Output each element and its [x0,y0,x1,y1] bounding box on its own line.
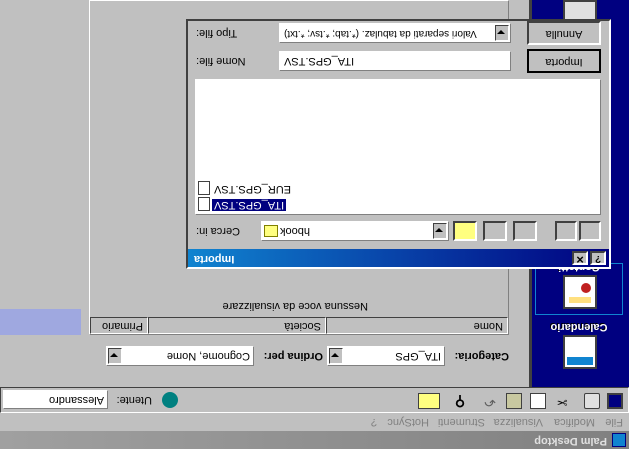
cancel-button[interactable]: Annulla [527,21,601,45]
filetype-value: Valori separati da tabulaz. (*.tab; *.ts… [284,28,477,39]
detail-view-icon[interactable] [579,221,601,241]
user-label: Utente: [116,394,152,406]
chevron-down-icon[interactable] [329,348,343,364]
look-in-label: Cerca in: [196,225,241,237]
sidebar-item-calendario[interactable]: Calendario [529,321,629,333]
menu-file[interactable]: File [605,416,623,428]
chevron-down-icon[interactable] [433,223,447,239]
help-button[interactable]: ? [590,251,606,265]
filename-field[interactable]: ITA_GPS.TSV [279,51,511,71]
up-folder-icon[interactable] [453,221,477,241]
desktop-icon[interactable] [483,221,507,241]
dialog-title-bar: ? ✕ Importa [188,249,609,267]
sort-value: Cognome, Nome [166,350,250,362]
menu-bar: File Modifica Visualizza Strumenti HotSy… [0,413,629,431]
app-title: Palm Desktop [534,435,607,447]
menu-help[interactable]: ? [371,416,377,428]
save-icon[interactable] [607,393,623,409]
filename-label: Nome file: [196,55,246,67]
menu-tools[interactable]: Strumenti [438,416,485,428]
chevron-down-icon[interactable] [108,348,122,364]
file-list[interactable]: ITA_GPS.TSV EUR_GPS.TSV [195,79,601,215]
import-button[interactable]: Importa [527,49,601,73]
close-icon[interactable]: ✕ [572,251,588,265]
paste-icon[interactable] [506,393,522,409]
copy-icon[interactable] [530,393,546,409]
rotated-screen: Palm Desktop File Modifica Visualizza St… [0,0,629,449]
view-mode-buttons [551,219,601,241]
file-icon [198,197,210,211]
undo-icon[interactable]: ↶ [482,393,498,410]
import-dialog: ? ✕ Importa hbook Cerca in: ITA_GPS.TSV … [186,19,611,269]
calendar-icon[interactable] [563,335,597,369]
chevron-down-icon[interactable] [495,25,509,41]
toolbar: ✂ ↶ ⚲ Utente: Alessandro [0,387,629,413]
file-item-selected[interactable]: ITA_GPS.TSV [198,196,298,212]
app-icon [612,433,626,447]
column-header-name-label: Nome [473,320,503,332]
sort-select[interactable]: Cognome, Nome [106,346,254,366]
right-panel-strip [0,309,81,335]
look-in-select[interactable]: hbook [261,221,449,241]
contacts-icon[interactable] [563,275,597,309]
column-header-company[interactable]: Società [148,317,326,334]
file-icon [198,181,210,195]
file-item[interactable]: EUR_GPS.TSV [198,180,298,196]
filename-value: ITA_GPS.TSV [284,55,355,67]
user-field[interactable]: Alessandro [3,390,108,409]
filetype-select[interactable]: Valori separati da tabulaz. (*.tab; *.ts… [279,23,511,43]
column-header-name[interactable]: Nome [326,317,508,334]
folder-icon [264,225,278,237]
app-title-bar: Palm Desktop [0,431,629,449]
category-select[interactable]: ITA_GPS [327,346,445,366]
category-value: ITA_GPS [395,350,441,362]
cut-icon[interactable]: ✂ [554,393,570,410]
category-label: Categoria: [454,350,509,362]
column-header-company-label: Società [284,320,321,332]
file-name: EUR_GPS.TSV [214,183,292,195]
menu-hotsync[interactable]: HotSync [387,416,429,428]
menu-view[interactable]: Visualizza [494,416,543,428]
file-name: ITA_GPS.TSV [212,199,287,211]
new-folder-icon[interactable] [513,221,537,241]
hotsync-icon[interactable] [162,392,178,408]
look-in-value: hbook [280,225,310,237]
sort-label: Ordina per: [263,350,323,362]
column-header-primary[interactable]: Primario [90,317,148,334]
empty-message: Nessuna voce da visualizzare [222,300,368,312]
dialog-title: Importa [194,253,235,265]
filetype-label: Tipo file: [196,27,238,39]
note-dropdown-icon[interactable] [418,393,440,409]
list-view-icon[interactable] [555,221,577,241]
column-header-primary-label: Primario [102,320,143,332]
print-icon[interactable] [584,393,600,409]
menu-edit[interactable]: Modifica [554,416,595,428]
find-icon[interactable]: ⚲ [452,393,468,410]
